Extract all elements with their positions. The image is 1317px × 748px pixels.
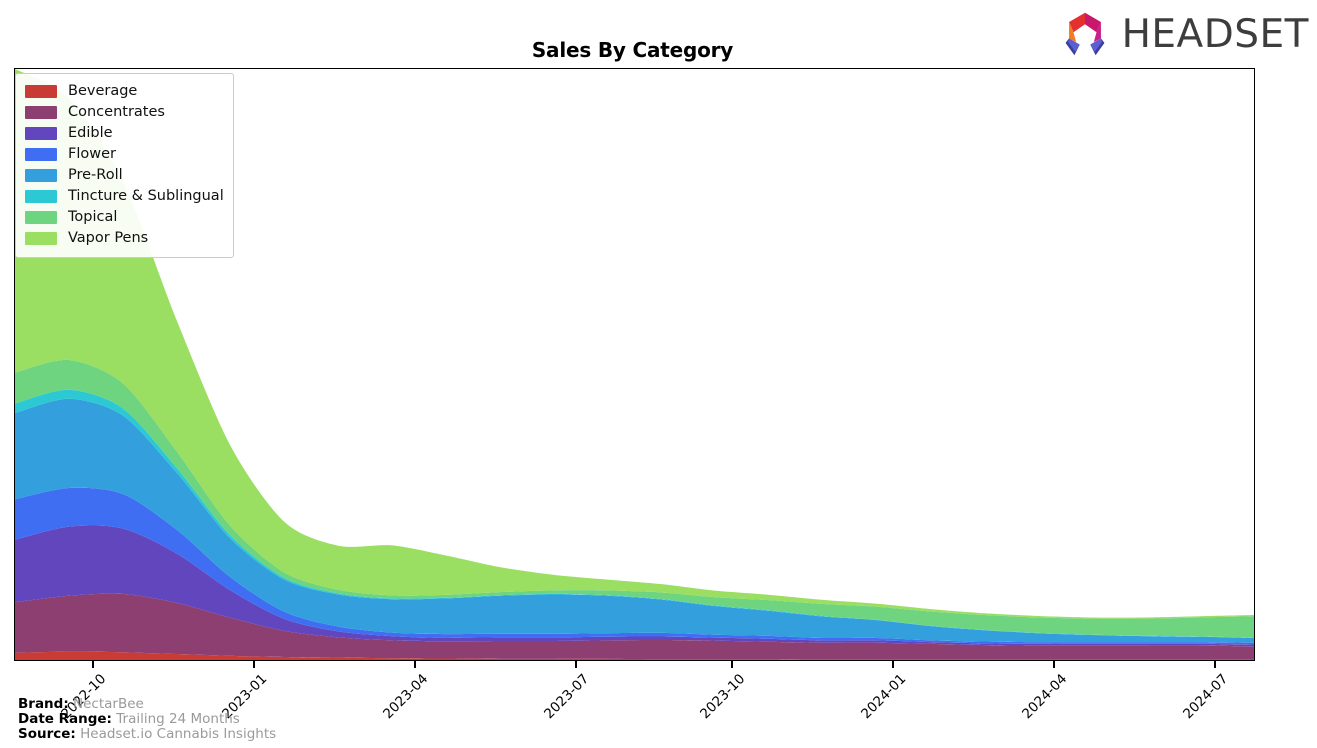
footer-row-source: Source: Headset.io Cannabis Insights xyxy=(18,727,276,742)
x-axis-tick-label: 2024-01 xyxy=(858,671,910,723)
x-axis-tick-mark xyxy=(92,661,94,668)
legend-swatch-icon xyxy=(25,169,57,182)
chart-page: Sales By Category HEADSET Beverage Concen… xyxy=(0,0,1317,748)
chart-footer: Brand: NectarBee Date Range: Trailing 24… xyxy=(18,697,276,742)
legend-item[interactable]: Flower xyxy=(25,144,224,165)
legend-item[interactable]: Beverage xyxy=(25,81,224,102)
footer-key: Source: xyxy=(18,726,76,742)
legend-item-label: Topical xyxy=(68,209,118,226)
x-axis-tick-mark xyxy=(1214,661,1216,668)
legend-item-label: Vapor Pens xyxy=(68,230,149,247)
legend-item-label: Beverage xyxy=(68,83,138,100)
footer-key: Date Range: xyxy=(18,711,112,727)
x-axis-tick-label: 2023-04 xyxy=(380,671,432,723)
headset-logo: HEADSET xyxy=(1058,10,1309,58)
legend-swatch-icon xyxy=(25,232,57,245)
x-axis-tick-mark xyxy=(731,661,733,668)
legend-swatch-icon xyxy=(25,127,57,140)
x-axis-tick-mark xyxy=(1053,661,1055,668)
x-axis-tick-mark xyxy=(892,661,894,668)
legend-swatch-icon xyxy=(25,190,57,203)
x-axis-tick-mark xyxy=(253,661,255,668)
legend-item[interactable]: Topical xyxy=(25,207,224,228)
legend-item[interactable]: Edible xyxy=(25,123,224,144)
legend-swatch-icon xyxy=(25,85,57,98)
logo-wordmark: HEADSET xyxy=(1121,11,1309,57)
legend-item-label: Flower xyxy=(68,146,116,163)
legend-item[interactable]: Tincture & Sublingual xyxy=(25,186,224,207)
legend-item-label: Pre-Roll xyxy=(68,167,123,184)
headset-hexagon-logo-icon xyxy=(1065,12,1105,56)
x-axis: 2022-10 2023-01 2023-04 2023-07 2023-10 2024-… xyxy=(14,661,1255,722)
chart-legend: Beverage Concentrates Edible Flower Pre-Roll… xyxy=(15,73,234,258)
x-axis-tick-mark xyxy=(575,661,577,668)
legend-item[interactable]: Concentrates xyxy=(25,102,224,123)
legend-item-label: Edible xyxy=(68,125,113,142)
legend-swatch-icon xyxy=(25,148,57,161)
legend-swatch-icon xyxy=(25,211,57,224)
legend-item-label: Concentrates xyxy=(68,104,165,121)
plot-area: Beverage Concentrates Edible Flower Pre-Roll… xyxy=(14,68,1255,661)
footer-key: Brand: xyxy=(18,696,69,712)
footer-value: NectarBee xyxy=(73,696,144,712)
legend-item-label: Tincture & Sublingual xyxy=(68,188,224,205)
footer-value: Trailing 24 Months xyxy=(116,711,240,727)
footer-value: Headset.io Cannabis Insights xyxy=(80,726,277,742)
x-axis-tick-mark xyxy=(414,661,416,668)
x-axis-tick-label: 2024-07 xyxy=(1180,671,1232,723)
legend-item[interactable]: Pre-Roll xyxy=(25,165,224,186)
legend-item[interactable]: Vapor Pens xyxy=(25,228,224,249)
x-axis-tick-label: 2023-10 xyxy=(697,671,749,723)
x-axis-tick-label: 2024-04 xyxy=(1019,671,1071,723)
x-axis-tick-label: 2023-07 xyxy=(541,671,593,723)
footer-row-brand: Brand: NectarBee xyxy=(18,697,276,712)
footer-row-date-range: Date Range: Trailing 24 Months xyxy=(18,712,276,727)
legend-swatch-icon xyxy=(25,106,57,119)
